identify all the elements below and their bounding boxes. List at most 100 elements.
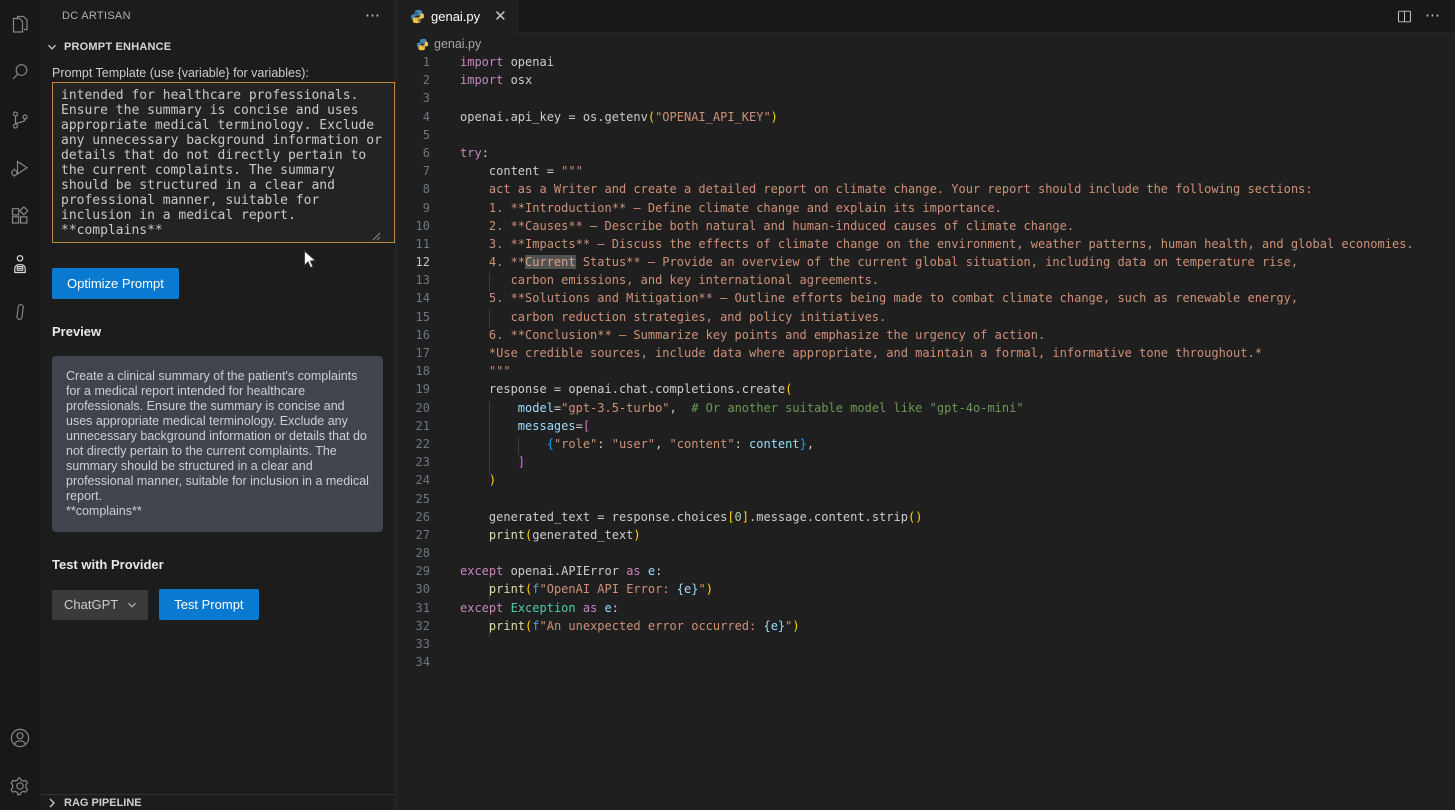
line-number: 5 (396, 128, 430, 146)
line-number: 3 (396, 91, 430, 109)
sidebar-item-run-debug[interactable] (0, 144, 40, 192)
sidebar-item-search[interactable] (0, 48, 40, 96)
tab-label: genai.py (431, 9, 480, 24)
line-number: 11 (396, 237, 430, 255)
gear-icon (8, 774, 32, 798)
section-title: PROMPT ENHANCE (64, 41, 171, 53)
code-line: 27 print(generated_text) (396, 528, 1455, 546)
line-number: 1 (396, 55, 430, 73)
optimize-prompt-button[interactable]: Optimize Prompt (52, 268, 179, 299)
code-line: 24 ) (396, 473, 1455, 491)
sidebar-dc-artisan: DC ARTISAN ⋯ PROMPT ENHANCE Prompt Templ… (40, 0, 396, 810)
line-number: 15 (396, 310, 430, 328)
split-editor-icon[interactable] (1396, 8, 1413, 25)
line-number: 32 (396, 619, 430, 637)
sidebar-item-source-control[interactable] (0, 96, 40, 144)
code-editor[interactable]: 1import openai2import osx34openai.api_ke… (396, 55, 1455, 810)
test-prompt-button[interactable]: Test Prompt (159, 589, 258, 620)
preview-box: Create a clinical summary of the patient… (52, 356, 383, 532)
editor-group: genai.py ✕ ⋯ genai.py 1import openai2imp… (396, 0, 1455, 810)
line-number: 22 (396, 437, 430, 455)
code-line: 17 *Use credible sources, include data w… (396, 346, 1455, 364)
tab-bar: genai.py ✕ ⋯ (396, 0, 1455, 33)
code-line: 12 4. **Current Status** – Provide an ov… (396, 255, 1455, 273)
code-line: 22 {"role": "user", "content": content}, (396, 437, 1455, 455)
line-number: 31 (396, 601, 430, 619)
sidebar-item-secondary-extension[interactable] (0, 288, 40, 336)
indent-guide (489, 273, 490, 291)
preview-heading: Preview (52, 324, 383, 339)
line-number: 29 (396, 564, 430, 582)
code-line: 29except openai.APIError as e: (396, 564, 1455, 582)
breadcrumb[interactable]: genai.py (396, 33, 1455, 55)
line-number: 6 (396, 146, 430, 164)
code-line: 31except Exception as e: (396, 601, 1455, 619)
code-line: 19 response = openai.chat.completions.cr… (396, 382, 1455, 400)
sidebar-item-extensions[interactable] (0, 192, 40, 240)
code-line: 14 5. **Solutions and Mitigation** – Out… (396, 291, 1455, 309)
code-line: 6try: (396, 146, 1455, 164)
line-number: 9 (396, 201, 430, 219)
chevron-right-icon (44, 795, 60, 810)
files-icon (8, 12, 32, 36)
indent-guide (489, 583, 490, 601)
rag-section-title: RAG PIPELINE (64, 797, 142, 809)
account-icon (8, 726, 32, 750)
code-line: 21 messages=[ (396, 419, 1455, 437)
extensions-icon (8, 204, 32, 228)
source-control-icon (8, 108, 32, 132)
code-line: 7 content = """ (396, 164, 1455, 182)
line-number: 8 (396, 182, 430, 200)
prompt-template-input[interactable] (52, 82, 395, 243)
code-line: 15 carbon reduction strategies, and poli… (396, 310, 1455, 328)
line-number: 16 (396, 328, 430, 346)
code-line: 20 model="gpt-3.5-turbo", # Or another s… (396, 401, 1455, 419)
code-line: 8 act as a Writer and create a detailed … (396, 182, 1455, 200)
prompt-template-label: Prompt Template (use {variable} for vari… (52, 66, 383, 80)
run-debug-icon (8, 156, 32, 180)
capsule-icon (8, 300, 32, 324)
indent-guide (489, 401, 490, 474)
sidebar-item-dc-artisan[interactable] (0, 240, 40, 288)
sidebar-more-actions-icon[interactable]: ⋯ (365, 11, 381, 21)
vscode-window: DC ARTISAN ⋯ PROMPT ENHANCE Prompt Templ… (0, 0, 1455, 810)
section-header-prompt-enhance[interactable]: PROMPT ENHANCE (40, 26, 395, 56)
code-line: 3 (396, 91, 1455, 109)
line-number: 24 (396, 473, 430, 491)
sidebar-item-explorer[interactable] (0, 0, 40, 48)
provider-select[interactable]: ChatGPT (52, 590, 148, 620)
settings-button[interactable] (0, 762, 40, 810)
line-number: 7 (396, 164, 430, 182)
line-number: 33 (396, 637, 430, 655)
python-icon (416, 38, 429, 51)
code-line: 10 2. **Causes** – Describe both natural… (396, 219, 1455, 237)
close-tab-icon[interactable]: ✕ (494, 10, 507, 24)
editor-more-actions-icon[interactable]: ⋯ (1425, 11, 1441, 21)
chevron-down-icon (44, 39, 60, 55)
line-number: 17 (396, 346, 430, 364)
line-number: 23 (396, 455, 430, 473)
line-number: 4 (396, 110, 430, 128)
code-line: 5 (396, 128, 1455, 146)
test-with-provider-heading: Test with Provider (52, 557, 383, 572)
line-number: 25 (396, 492, 430, 510)
line-number: 20 (396, 401, 430, 419)
sidebar-title: DC ARTISAN (62, 10, 131, 22)
code-line: 26 generated_text = response.choices[0].… (396, 510, 1455, 528)
indent-guide (518, 437, 519, 455)
code-line: 30 print(f"OpenAI API Error: {e}") (396, 582, 1455, 600)
code-line: 32 print(f"An unexpected error occurred:… (396, 619, 1455, 637)
code-line: 9 1. **Introduction** – Define climate c… (396, 201, 1455, 219)
code-line: 1import openai (396, 55, 1455, 73)
line-number: 18 (396, 364, 430, 382)
line-number: 12 (396, 255, 430, 273)
tab-genai-py[interactable]: genai.py ✕ (396, 0, 518, 33)
line-number: 21 (396, 419, 430, 437)
account-button[interactable] (0, 714, 40, 762)
line-number: 13 (396, 273, 430, 291)
line-number: 34 (396, 655, 430, 673)
section-header-rag-pipeline[interactable]: RAG PIPELINE (40, 794, 395, 810)
code-line: 2import osx (396, 73, 1455, 91)
line-number: 26 (396, 510, 430, 528)
provider-selected-value: ChatGPT (64, 597, 118, 612)
